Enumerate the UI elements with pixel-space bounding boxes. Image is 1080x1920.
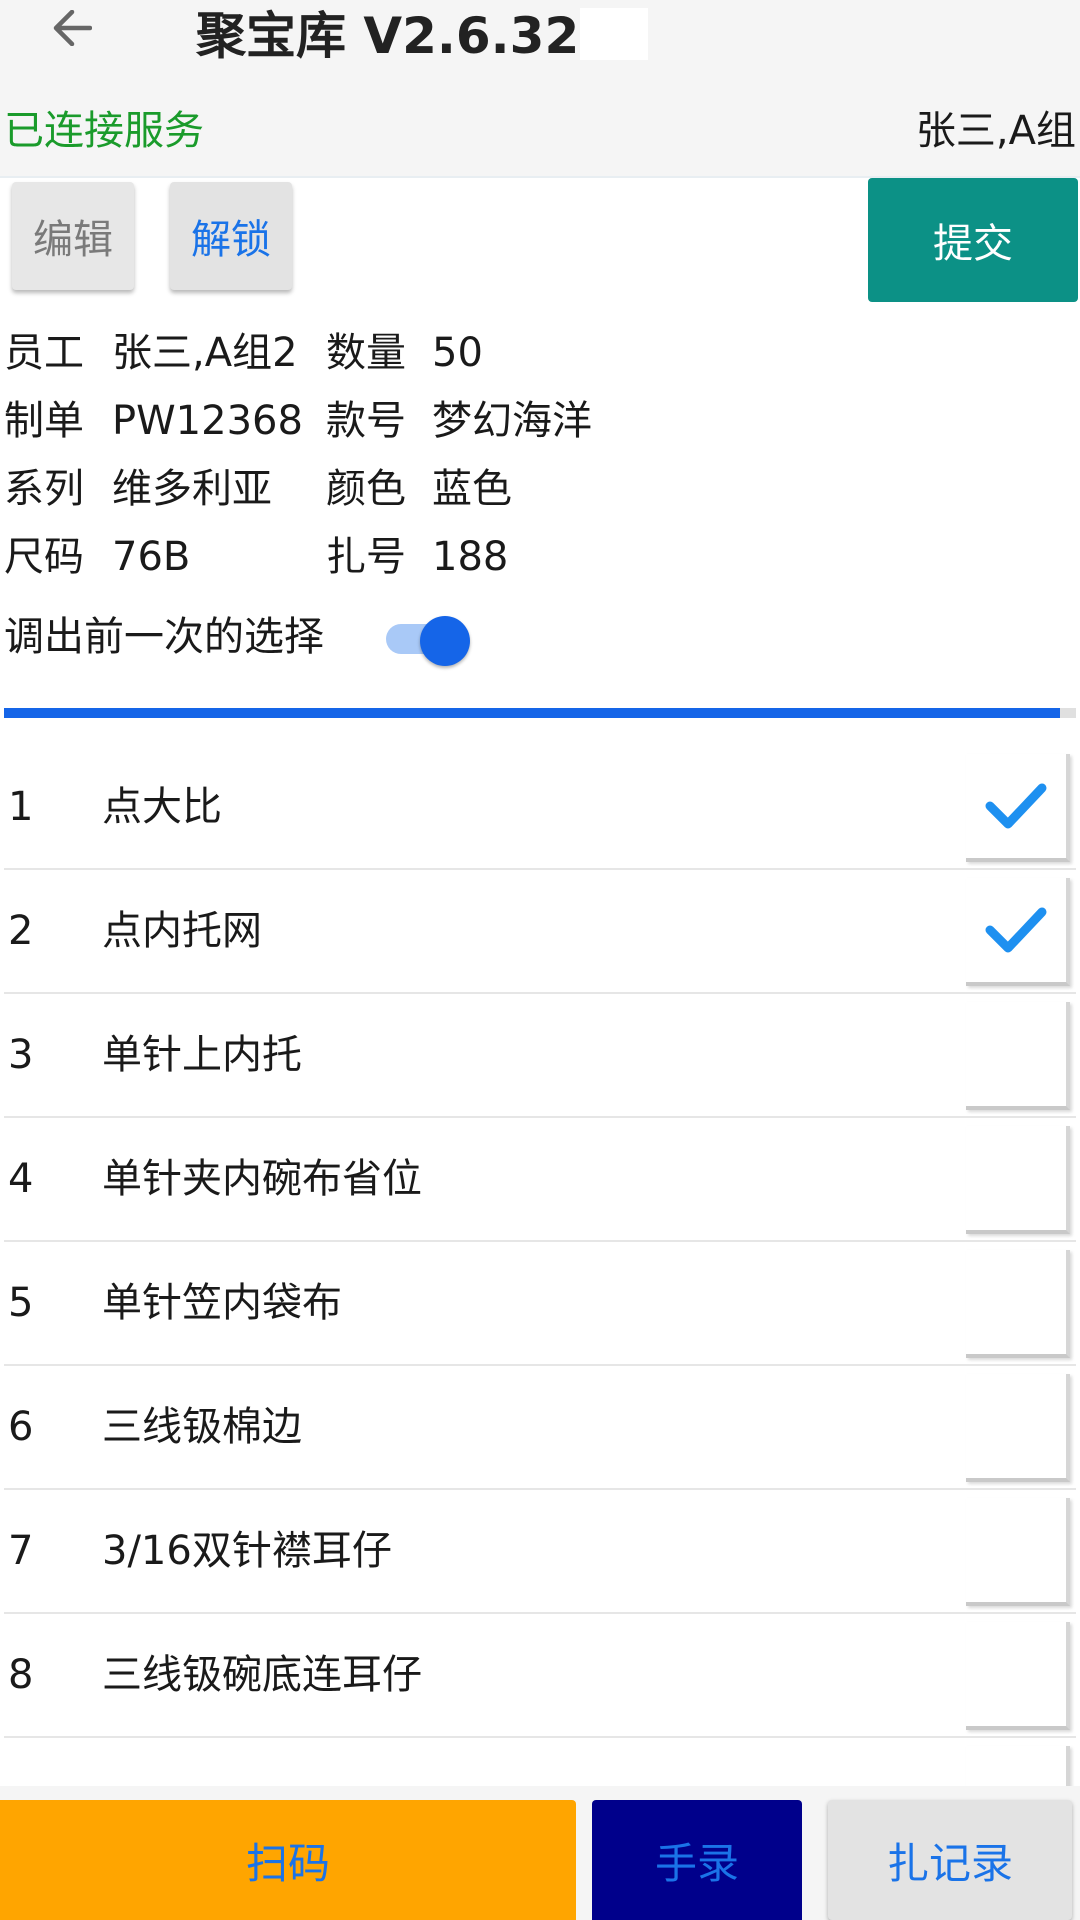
operation-number: 4 <box>8 1156 34 1202</box>
operation-name: 单针上内托 <box>102 1032 302 1078</box>
color-label: 颜色 <box>326 466 406 512</box>
operation-number: 1 <box>8 784 34 830</box>
operation-row[interactable]: 5 单针笠内袋布 <box>4 1242 1076 1366</box>
operation-row[interactable] <box>4 1738 1076 1786</box>
employee-value: 张三,A组2 <box>112 330 298 376</box>
progress-fill <box>4 708 1060 718</box>
series-value: 维多利亚 <box>112 466 272 512</box>
manual-entry-button[interactable]: 手录 <box>592 1800 802 1920</box>
order-label: 制单 <box>4 398 84 444</box>
bundle-label: 扎号 <box>326 534 406 580</box>
operation-row[interactable]: 4 单针夹内碗布省位 <box>4 1118 1076 1242</box>
connection-status: 已连接服务 <box>4 108 204 154</box>
bundle-records-button[interactable]: 扎记录 <box>828 1800 1072 1920</box>
submit-button[interactable]: 提交 <box>868 178 1078 302</box>
operation-number: 6 <box>8 1404 34 1450</box>
recall-selection-row: 调出前一次的选择 <box>0 602 1080 672</box>
operation-name: 单针笠内袋布 <box>102 1280 342 1326</box>
operation-name: 三线钑碗底连耳仔 <box>102 1652 422 1698</box>
operation-checkbox[interactable] <box>966 1498 1070 1606</box>
operation-checkbox[interactable] <box>966 1002 1070 1110</box>
operation-row[interactable]: 7 3/16双针襟耳仔 <box>4 1490 1076 1614</box>
back-button[interactable] <box>44 2 100 54</box>
arrow-left-icon <box>53 10 92 46</box>
checkmark-icon <box>985 907 1047 953</box>
scan-button[interactable]: 扫码 <box>0 1800 576 1920</box>
operation-row[interactable]: 8 三线钑碗底连耳仔 <box>4 1614 1076 1738</box>
recall-selection-label: 调出前一次的选择 <box>4 614 324 660</box>
current-user: 张三,A组 <box>915 108 1076 154</box>
operation-name: 3/16双针襟耳仔 <box>102 1528 392 1574</box>
bundle-value: 188 <box>432 534 509 580</box>
operation-row[interactable]: 1 点大比 <box>4 746 1076 870</box>
operation-number: 7 <box>8 1528 34 1574</box>
status-row: 已连接服务 张三,A组 <box>0 96 1080 166</box>
operation-name: 三线钑棉边 <box>102 1404 302 1450</box>
size-label: 尺码 <box>4 534 84 580</box>
style-label: 款号 <box>326 398 406 444</box>
operation-checkbox[interactable] <box>966 1250 1070 1358</box>
checkmark-icon <box>985 783 1047 829</box>
series-label: 系列 <box>4 466 84 512</box>
size-value: 76B <box>112 534 191 580</box>
operation-checkbox[interactable] <box>966 1126 1070 1234</box>
operation-checkbox[interactable] <box>966 1746 1070 1786</box>
operation-row[interactable]: 6 三线钑棉边 <box>4 1366 1076 1490</box>
operation-list: 1 点大比 2 点内托网 3 单针上内托 4 单针夹内碗布省位 5 单针笠内袋布 6 三线钑棉边 7 3/… <box>4 746 1076 1786</box>
color-value: 蓝色 <box>432 466 512 512</box>
operation-name: 点大比 <box>102 784 222 830</box>
operation-row[interactable]: 3 单针上内托 <box>4 994 1076 1118</box>
title-blank-box <box>580 8 648 60</box>
toggle-knob <box>420 616 470 666</box>
operation-checkbox[interactable] <box>966 1374 1070 1482</box>
quantity-label: 数量 <box>326 330 406 376</box>
operation-number: 5 <box>8 1280 34 1326</box>
operation-name: 单针夹内碗布省位 <box>102 1156 422 1202</box>
operation-number: 8 <box>8 1652 34 1698</box>
app-bar: 聚宝库 V2.6.32 <box>0 0 1080 74</box>
bottom-action-bar: 扫码 手录 扎记录 <box>0 1800 1080 1920</box>
progress-bar <box>4 708 1076 718</box>
operation-number: 2 <box>8 908 34 954</box>
main-panel: 编辑 解锁 提交 员工 张三,A组2 数量 50 制单 PW12368 款号 梦… <box>0 176 1080 1786</box>
order-value: PW12368 <box>112 398 303 444</box>
operation-checkbox[interactable] <box>966 754 1070 862</box>
style-value: 梦幻海洋 <box>432 398 592 444</box>
app-title: 聚宝库 V2.6.32 <box>196 7 580 65</box>
operation-name: 点内托网 <box>102 908 262 954</box>
recall-selection-toggle[interactable] <box>386 616 470 666</box>
unlock-button[interactable]: 解锁 <box>170 182 292 290</box>
edit-button[interactable]: 编辑 <box>12 182 134 290</box>
operation-checkbox[interactable] <box>966 1622 1070 1730</box>
operation-row[interactable]: 2 点内托网 <box>4 870 1076 994</box>
quantity-value: 50 <box>432 330 483 376</box>
employee-label: 员工 <box>4 330 84 376</box>
operation-checkbox[interactable] <box>966 878 1070 986</box>
operation-number: 3 <box>8 1032 34 1078</box>
